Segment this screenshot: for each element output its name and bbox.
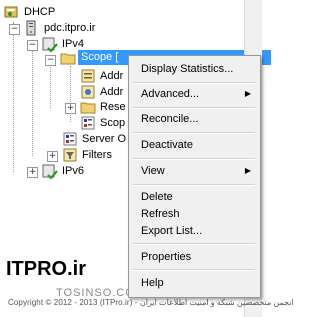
options-icon: [81, 116, 95, 130]
tree-label: Rese: [100, 101, 126, 113]
menu-separator: [133, 184, 255, 186]
tree-label: Server O: [82, 133, 127, 145]
tree-node-address-pool[interactable]: Addr: [80, 68, 123, 84]
menu-item-reconcile[interactable]: Reconcile...: [130, 109, 259, 129]
menu-separator: [133, 243, 255, 245]
tree-node-address-leases[interactable]: Addr: [80, 84, 123, 100]
watermark-copyright: Copyright © 2012 - 2013 (ITPro.ir) - انج…: [8, 298, 294, 307]
menu-item-properties[interactable]: Properties: [130, 247, 259, 267]
menu-separator: [133, 269, 255, 271]
menu-item-display-statistics[interactable]: Display Statistics...: [130, 59, 259, 79]
submenu-arrow-icon: ▶: [244, 89, 251, 98]
expand-toggle[interactable]: +: [27, 167, 38, 178]
options-icon: [63, 132, 77, 146]
menu-separator: [133, 158, 255, 160]
folder-icon: [60, 53, 76, 65]
watermark-brand: ITPRO.ir: [6, 258, 87, 280]
expand-toggle[interactable]: +: [65, 103, 76, 114]
tree-label: pdc.itpro.ir: [44, 22, 96, 34]
menu-item-deactivate[interactable]: Deactivate: [130, 135, 259, 155]
menu-separator: [133, 132, 255, 134]
tree-label: IPv6: [62, 165, 85, 177]
tree-line: [32, 44, 33, 156]
address-pool-icon: [81, 69, 95, 83]
menu-item-export-list[interactable]: Export List...: [130, 221, 259, 241]
tree-node-ipv6[interactable]: IPv6: [42, 163, 84, 179]
server-icon: [26, 20, 36, 36]
collapse-toggle[interactable]: −: [45, 55, 56, 66]
ipv6-icon: [42, 164, 58, 179]
expand-toggle[interactable]: +: [47, 151, 58, 162]
collapse-toggle[interactable]: −: [9, 24, 20, 35]
dhcp-icon: [4, 6, 18, 18]
filter-icon: [63, 148, 77, 162]
tree-label: Scop: [100, 117, 126, 129]
ipv4-icon: [42, 37, 58, 52]
tree-node-scope-options[interactable]: Scop: [80, 115, 125, 131]
address-leases-icon: [81, 85, 95, 99]
folder-icon: [80, 102, 96, 114]
tree-node-server-options[interactable]: Server O: [62, 131, 126, 147]
tree-label: DHCP: [24, 6, 56, 18]
tree-node-filters[interactable]: Filters: [62, 147, 112, 163]
tree-line: [13, 22, 14, 172]
menu-item-view[interactable]: View ▶: [130, 161, 259, 181]
tree-line: [50, 60, 51, 108]
menu-item-advanced[interactable]: Advanced... ▶: [130, 84, 259, 104]
collapse-toggle[interactable]: −: [27, 40, 38, 51]
tree-label: Addr: [100, 86, 124, 98]
tree-label: Addr: [100, 70, 124, 82]
tree-label: Filters: [82, 149, 112, 161]
tree-label: Scope [: [81, 51, 119, 63]
tree-node-server[interactable]: pdc.itpro.ir: [24, 20, 95, 36]
context-menu: Display Statistics... Advanced... ▶ Reco…: [128, 55, 261, 298]
menu-item-help[interactable]: Help: [130, 273, 259, 293]
submenu-arrow-icon: ▶: [244, 166, 251, 175]
tree-node-reservations[interactable]: Rese: [80, 99, 126, 115]
tree-node-dhcp[interactable]: DHCP: [4, 4, 55, 20]
